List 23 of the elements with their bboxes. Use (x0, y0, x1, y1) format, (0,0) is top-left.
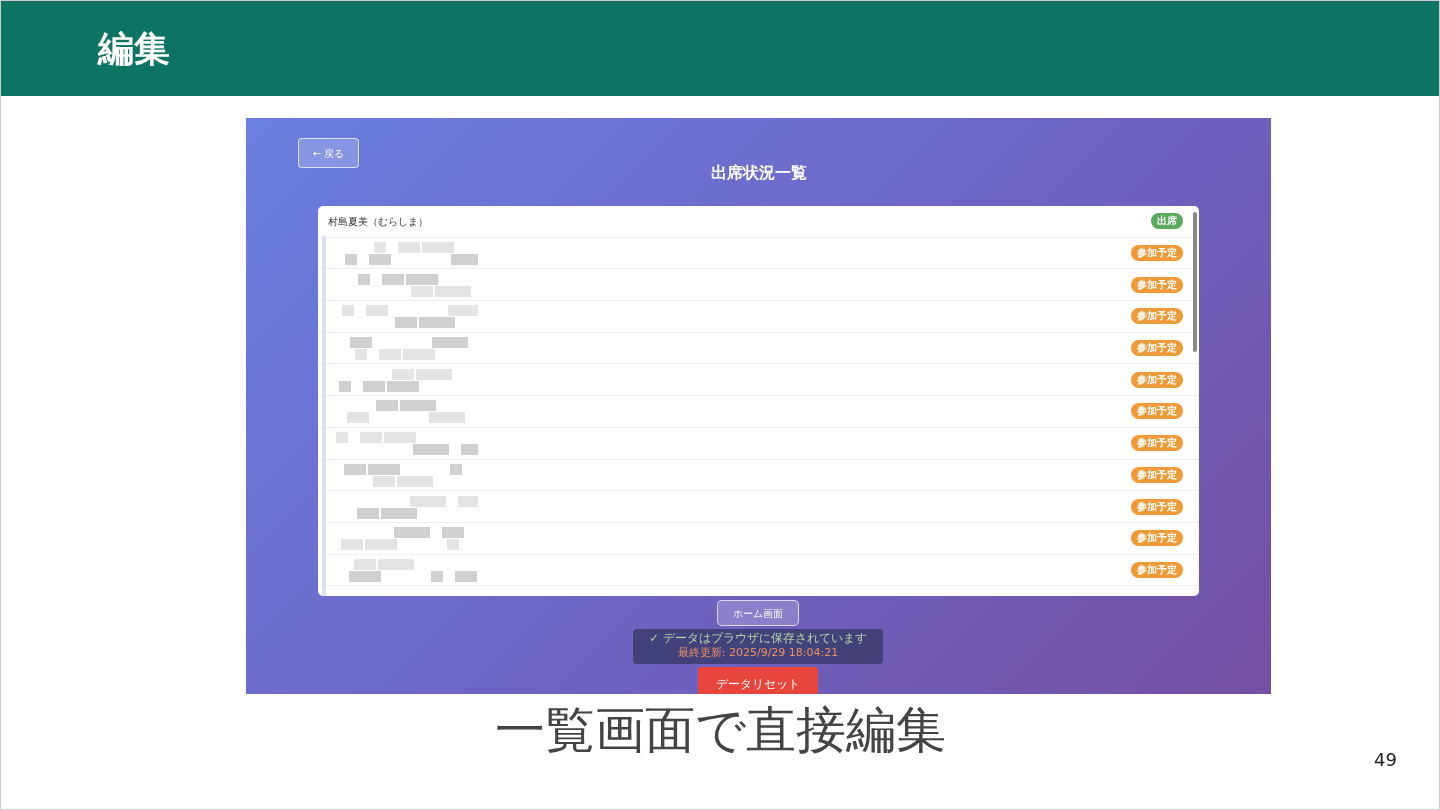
status-badge[interactable]: 参加予定 (1131, 371, 1183, 388)
reset-button[interactable]: データリセット (698, 667, 818, 694)
slide-caption: 一覧画面で直接編集 (494, 700, 946, 760)
status-badge[interactable]: 出席 (1151, 213, 1183, 230)
student-name: 村島夏美（むらしま） (328, 214, 428, 229)
slide-title: 編集 (98, 26, 170, 71)
status-badge[interactable]: 参加予定 (1131, 498, 1183, 515)
toast-message: ✓ データはブラウザに保存されています (648, 631, 868, 646)
status-badge[interactable]: 参加予定 (1131, 466, 1183, 483)
last-updated-text: 最終更新: 2025/9/29 18:04:21 (676, 646, 840, 660)
status-badge[interactable]: 参加予定 (1131, 276, 1183, 293)
status-badge[interactable]: 参加予定 (1131, 561, 1183, 578)
status-badge[interactable]: 参加予定 (1131, 245, 1183, 262)
status-badge[interactable]: 参加予定 (1131, 308, 1183, 325)
page-number: 49 (1374, 748, 1397, 772)
status-badge[interactable]: 参加予定 (1131, 530, 1183, 547)
status-badge[interactable]: 参加予定 (1131, 340, 1183, 357)
scrollbar[interactable] (1193, 212, 1197, 352)
page-title: 出席状況一覧 (709, 162, 808, 184)
back-button[interactable]: ← 戻る (298, 138, 359, 168)
status-badge[interactable]: 参加予定 (1131, 435, 1183, 452)
status-badge[interactable]: 参加予定 (1131, 403, 1183, 420)
home-button[interactable]: ホーム画面 (717, 600, 799, 626)
